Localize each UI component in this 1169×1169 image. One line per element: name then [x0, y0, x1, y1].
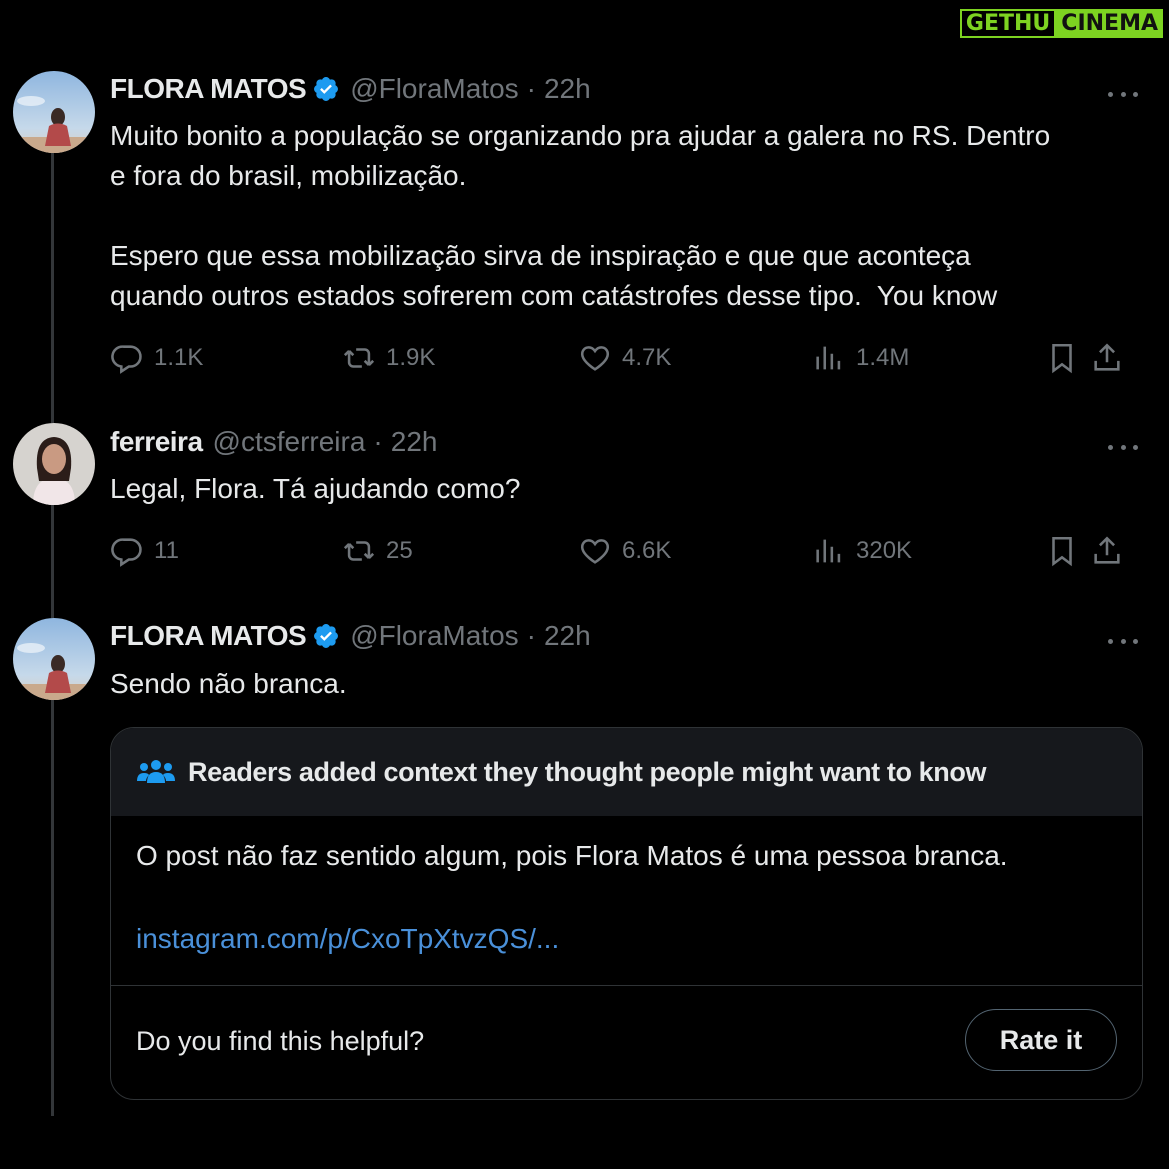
- tweet-header: ferreira @ctsferreira · 22h: [110, 426, 437, 458]
- like-count: 6.6K: [622, 537, 672, 564]
- bookmark-button[interactable]: [1045, 534, 1089, 568]
- views-button[interactable]: 1.4M: [812, 341, 909, 375]
- share-icon: [1094, 536, 1120, 564]
- tweet-time[interactable]: 22h: [391, 426, 438, 458]
- views-count: 1.4M: [856, 344, 910, 371]
- share-button[interactable]: [1090, 341, 1134, 375]
- reply-count: 1.1K: [154, 344, 204, 371]
- tweet-time[interactable]: 22h: [544, 73, 591, 105]
- tweet-header: FLORA MATOS @FloraMatos · 22h: [110, 73, 591, 105]
- reply-button[interactable]: 11: [110, 534, 179, 568]
- watermark-part2: CINEMA: [1056, 9, 1163, 38]
- tweet-text: Sendo não branca.: [110, 668, 347, 699]
- share-icon: [1094, 343, 1120, 371]
- community-note-text: O post não faz sentido algum, pois Flora…: [136, 840, 1008, 871]
- people-icon: [136, 757, 176, 787]
- community-note-title: Readers added context they thought peopl…: [188, 756, 987, 787]
- reply-icon: [111, 345, 142, 374]
- avatar-ferreira[interactable]: [13, 423, 95, 505]
- heart-icon: [580, 539, 610, 564]
- repost-button[interactable]: 25: [342, 534, 413, 568]
- community-note-link[interactable]: instagram.com/p/CxoTpXtvzQS/...: [136, 923, 559, 955]
- tweet-text: Legal, Flora. Tá ajudando como?: [110, 473, 521, 504]
- avatar-image: [13, 423, 95, 505]
- analytics-icon: [816, 539, 841, 563]
- more-options-icon[interactable]: [1108, 89, 1138, 99]
- views-count: 320K: [856, 537, 913, 564]
- helpful-question: Do you find this helpful?: [136, 1026, 425, 1056]
- author-handle[interactable]: @FloraMatos: [350, 73, 518, 105]
- more-options-icon[interactable]: [1108, 442, 1138, 452]
- views-button[interactable]: 320K: [812, 534, 912, 568]
- verified-badge-icon: [312, 75, 340, 103]
- author-name[interactable]: FLORA MATOS: [110, 73, 307, 105]
- community-note-header: Readers added context they thought peopl…: [111, 728, 1142, 816]
- bookmark-icon: [1052, 536, 1072, 567]
- author-handle[interactable]: @ctsferreira: [213, 426, 366, 458]
- watermark-logo: GETHU CINEMA: [959, 9, 1163, 38]
- bookmark-icon: [1052, 343, 1072, 374]
- community-note: Readers added context they thought peopl…: [110, 727, 1143, 1100]
- analytics-icon: [816, 346, 841, 370]
- tweet-header: FLORA MATOS @FloraMatos · 22h: [110, 620, 591, 652]
- tweet-actions: 11 25 6.6K 320K: [110, 534, 1139, 574]
- author-handle[interactable]: @FloraMatos: [350, 620, 518, 652]
- repost-count: 25: [386, 537, 413, 564]
- watermark-part1: GETHU: [959, 9, 1057, 38]
- tweet-time[interactable]: 22h: [544, 620, 591, 652]
- repost-count: 1.9K: [386, 344, 436, 371]
- avatar-image: [13, 71, 95, 153]
- dot-separator: ·: [526, 73, 536, 104]
- reply-icon: [111, 538, 142, 567]
- share-button[interactable]: [1090, 534, 1134, 568]
- tweet-text-paragraph-2: Espero que essa mobilização sirva de ins…: [110, 240, 998, 311]
- author-name[interactable]: FLORA MATOS: [110, 620, 307, 652]
- more-options-icon[interactable]: [1108, 636, 1138, 646]
- avatar-flora-matos[interactable]: [13, 71, 95, 153]
- reply-button[interactable]: 1.1K: [110, 341, 203, 375]
- tweet-actions: 1.1K 1.9K 4.7K 1.4M: [110, 341, 1139, 381]
- dot-separator: ·: [373, 426, 383, 457]
- like-button[interactable]: 4.7K: [578, 341, 671, 375]
- repost-icon: [343, 541, 375, 561]
- verified-badge-icon: [312, 622, 340, 650]
- dot-separator: ·: [526, 620, 536, 651]
- reply-count: 11: [154, 537, 179, 564]
- heart-icon: [580, 346, 610, 371]
- repost-icon: [343, 348, 375, 368]
- avatar-flora-matos[interactable]: [13, 618, 95, 700]
- repost-button[interactable]: 1.9K: [342, 341, 435, 375]
- divider: [111, 985, 1142, 986]
- tweet-text-paragraph-1: Muito bonito a população se organizando …: [110, 120, 1051, 191]
- rate-it-button[interactable]: Rate it: [965, 1009, 1117, 1071]
- avatar-image: [13, 618, 95, 700]
- author-name[interactable]: ferreira: [110, 426, 203, 458]
- like-count: 4.7K: [622, 344, 672, 371]
- like-button[interactable]: 6.6K: [578, 534, 671, 568]
- bookmark-button[interactable]: [1045, 341, 1089, 375]
